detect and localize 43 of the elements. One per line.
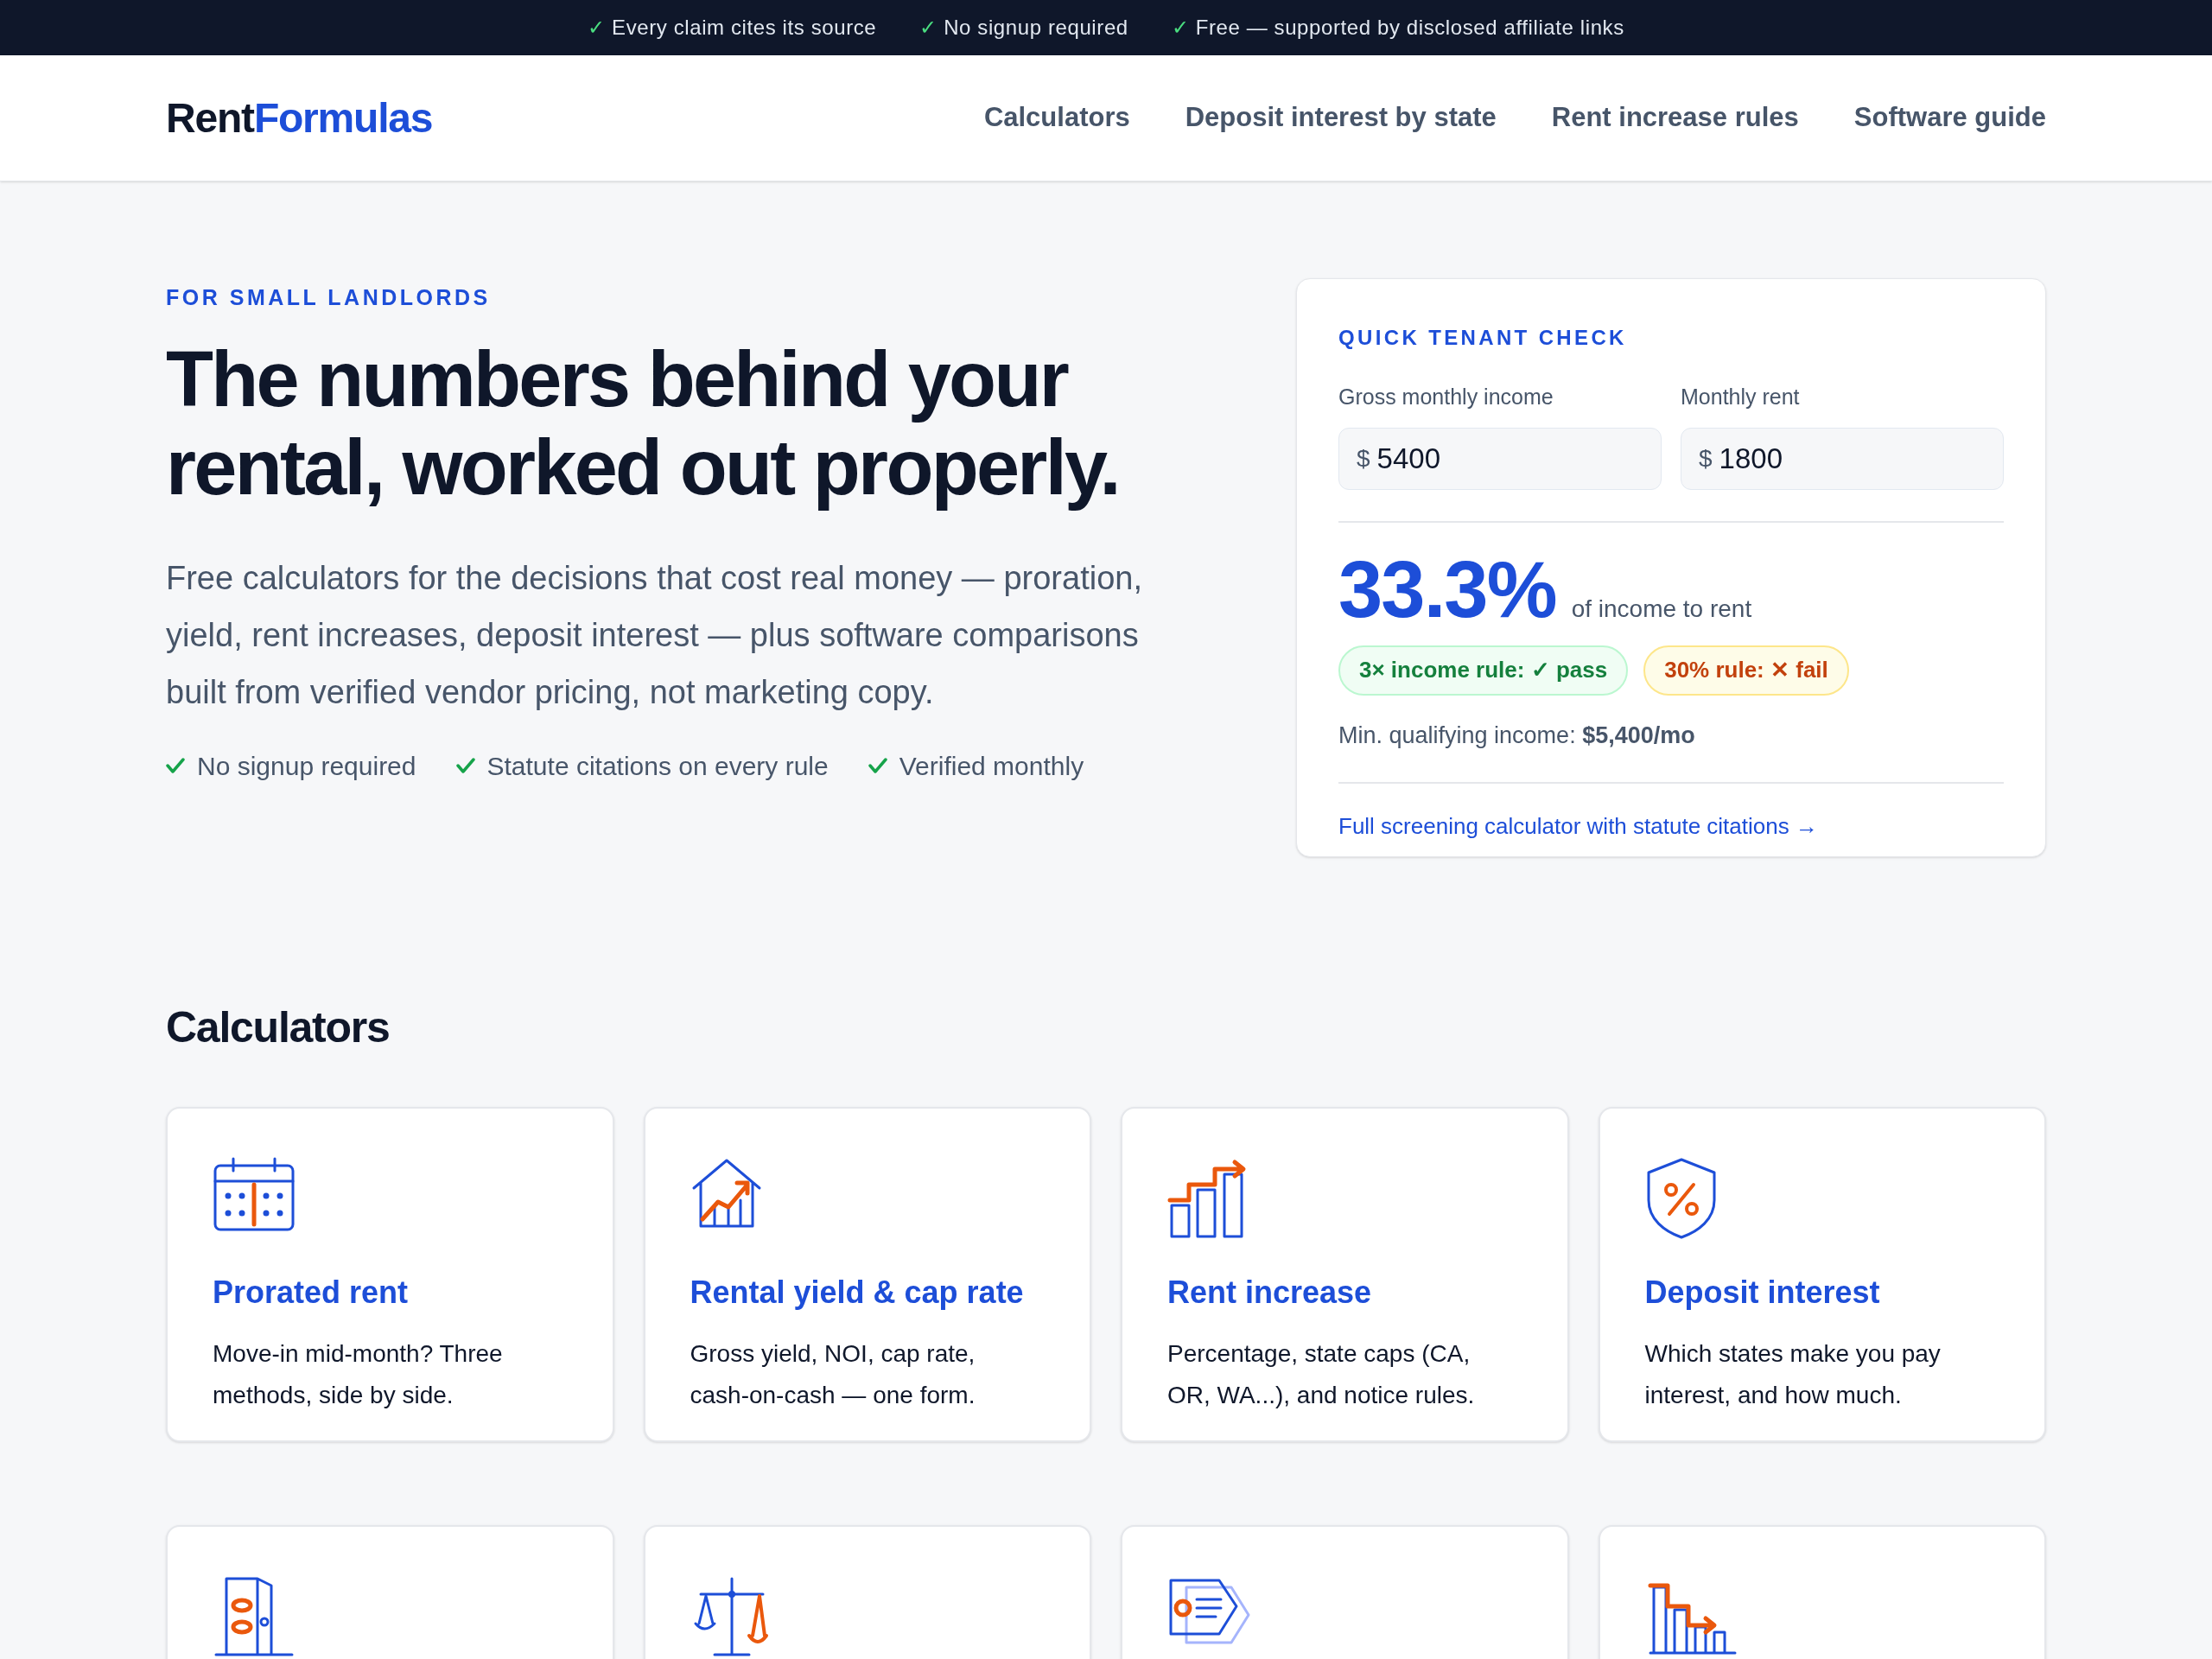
- field-label: Gross monthly income: [1338, 384, 1554, 410]
- card-description: Percentage, state caps (CA, OR, WA...), and notice rules.: [1167, 1339, 1476, 1410]
- amount-field[interactable]: $ 1800: [1681, 427, 2004, 490]
- min-income-text: Min. qualifying income: $5,400/mo: [1338, 721, 1696, 750]
- card-description: Which states make you pay interest, and how much.: [1644, 1339, 1942, 1410]
- check-icon: [868, 757, 887, 774]
- check-icon: [455, 757, 475, 774]
- card-description: Gross yield, NOI, cap rate, cash-on-cash — one form.: [690, 1339, 976, 1410]
- rule-badge: 30% rule: ✕ fail: [1643, 645, 1849, 696]
- ratio-caption: of income to rent: [1571, 594, 1752, 624]
- rent-ratio-value: 33.3%: [1338, 543, 1556, 635]
- feature-text: Statute citations on every rule: [486, 750, 829, 782]
- calculator-card[interactable]: Rental yield & cap rate Gross yield, NOI, cap rate, cash-on-cash — one form.: [643, 1107, 1091, 1442]
- card-heading: Rent increase: [1167, 1274, 1373, 1312]
- card-heading: Prorated rent: [213, 1274, 410, 1312]
- hero-title: The numbers behind your rental, worked out properly.: [166, 334, 1120, 512]
- check-icon: [166, 757, 185, 774]
- nav-link[interactable]: Calculators: [983, 98, 1130, 138]
- banner-text: ✓ Free — supported by disclosed affiliate links: [1171, 15, 1624, 41]
- banner-text: ✓ Every claim cites its source: [588, 15, 877, 41]
- card-title: QUICK TENANT CHECK: [1338, 325, 1628, 351]
- nav-link[interactable]: Rent increase rules: [1551, 98, 1799, 138]
- calculator-card[interactable]: Prorated rent Move-in mid-month? Three methods, side by side.: [166, 1107, 614, 1442]
- nav-link[interactable]: Software guide: [1853, 98, 2046, 138]
- amount-field[interactable]: $ 5400: [1338, 427, 1662, 490]
- rule-badge: 3× income rule: ✓ pass: [1338, 645, 1629, 696]
- calculator-card[interactable]: Rent increase Percentage, state caps (CA, OR, WA...), and notice rules.: [1121, 1107, 1569, 1442]
- feature-text: Verified monthly: [899, 750, 1084, 782]
- calendar-icon: [213, 1157, 296, 1233]
- card-heading: Rental yield & cap rate: [690, 1274, 1025, 1312]
- door-icon: [213, 1575, 296, 1658]
- feature-text: No signup required: [197, 750, 416, 782]
- eyebrow-text: FOR SMALL LANDLORDS: [166, 284, 492, 311]
- calculator-card[interactable]: Deposit interest Which states make you pay interest, and how much.: [1598, 1107, 2046, 1442]
- site-logo[interactable]: RentFormulas: [166, 86, 433, 149]
- screening-calculator-link[interactable]: Full screening calculator with statute citations →: [1338, 810, 1818, 843]
- card-description: Move-in mid-month? Three methods, side by side.: [213, 1339, 504, 1410]
- hero-lead: Free calculators for the decisions that cost real money — proration, yield, rent increases, deposit interest — plus software comparisons built from verified vendor pricing, not marketing copy.: [166, 558, 1143, 712]
- field-label: Monthly rent: [1681, 384, 1801, 410]
- card-heading: Deposit interest: [1644, 1274, 1881, 1312]
- nav-link[interactable]: Deposit interest by state: [1185, 98, 1497, 138]
- section-heading: Calculators: [166, 1002, 391, 1053]
- banner-text: ✓ No signup required: [919, 15, 1128, 41]
